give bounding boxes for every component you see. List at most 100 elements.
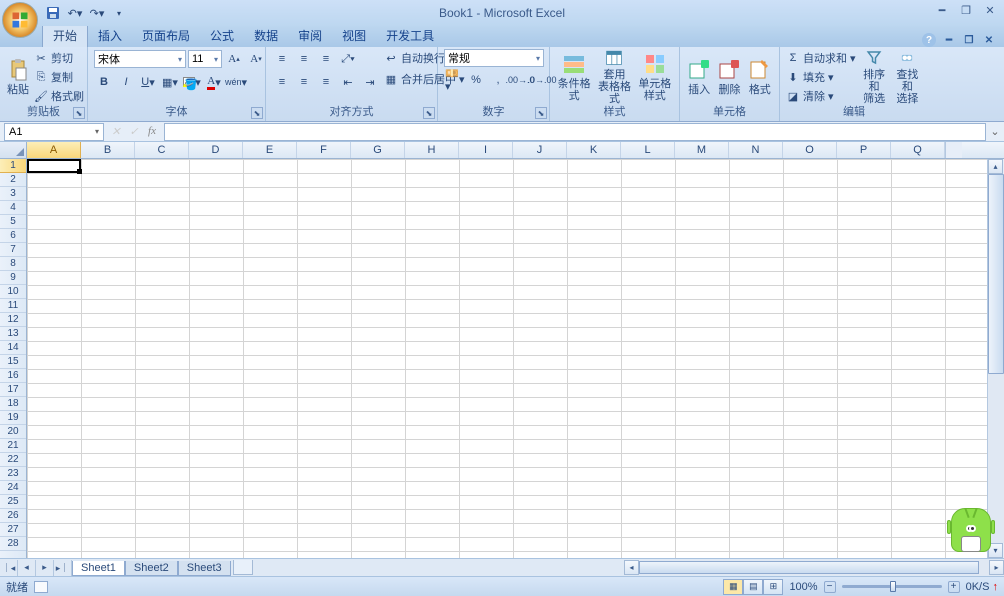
orientation-button[interactable]: ⤢▾: [338, 49, 358, 69]
number-launcher[interactable]: ⬊: [535, 107, 547, 119]
ribbon-close-icon[interactable]: ✕: [982, 33, 996, 47]
align-right-button[interactable]: ≡: [316, 72, 336, 92]
column-header[interactable]: J: [513, 142, 567, 158]
row-header[interactable]: 7: [0, 243, 26, 257]
row-header[interactable]: 14: [0, 341, 26, 355]
hscroll-thumb[interactable]: [639, 561, 979, 574]
row-header[interactable]: 22: [0, 453, 26, 467]
tab-formulas[interactable]: 公式: [200, 24, 244, 47]
align-center-button[interactable]: ≡: [294, 72, 314, 92]
row-header[interactable]: 15: [0, 355, 26, 369]
insert-cells-button[interactable]: 插入: [686, 49, 712, 105]
row-header[interactable]: 1: [0, 159, 26, 173]
row-header[interactable]: 21: [0, 439, 26, 453]
enter-formula-icon[interactable]: ✓: [126, 125, 142, 138]
row-header[interactable]: 27: [0, 523, 26, 537]
macro-record-icon[interactable]: [34, 581, 48, 593]
clear-button[interactable]: ◪清除▾: [786, 87, 856, 105]
row-header[interactable]: 25: [0, 495, 26, 509]
font-color-button[interactable]: A▾: [204, 72, 224, 92]
row-header[interactable]: 28: [0, 537, 26, 551]
column-header[interactable]: C: [135, 142, 189, 158]
row-header[interactable]: 23: [0, 467, 26, 481]
zoom-level[interactable]: 100%: [789, 581, 817, 593]
indent-dec-button[interactable]: ⇤: [338, 72, 358, 92]
save-icon[interactable]: [44, 4, 62, 22]
row-header[interactable]: 13: [0, 327, 26, 341]
number-format-combo[interactable]: 常规▾: [444, 49, 544, 67]
tab-home[interactable]: 开始: [42, 23, 88, 47]
font-family-combo[interactable]: 宋体▾: [94, 50, 186, 68]
border-button[interactable]: ▦▾: [160, 72, 180, 92]
active-cell[interactable]: [27, 159, 81, 173]
indent-inc-button[interactable]: ⇥: [360, 72, 380, 92]
vertical-scrollbar[interactable]: ▴ ▾: [987, 159, 1004, 558]
sheet-tab[interactable]: Sheet1: [72, 561, 125, 576]
horizontal-scrollbar[interactable]: ◂ ▸: [624, 560, 1004, 575]
conditional-format-button[interactable]: 条件格式: [556, 49, 592, 105]
fill-button[interactable]: ⬇填充▾: [786, 68, 856, 86]
row-header[interactable]: 4: [0, 201, 26, 215]
scroll-right-button[interactable]: ▸: [989, 560, 1004, 575]
row-header[interactable]: 19: [0, 411, 26, 425]
zoom-in-button[interactable]: +: [948, 581, 960, 593]
sheet-nav-prev[interactable]: ◂: [18, 560, 36, 576]
fx-icon[interactable]: fx: [144, 125, 160, 138]
align-left-button[interactable]: ≡: [272, 72, 292, 92]
page-layout-view-button[interactable]: ▤: [743, 579, 763, 595]
font-size-combo[interactable]: 11▾: [188, 50, 222, 68]
column-header[interactable]: L: [621, 142, 675, 158]
row-header[interactable]: 20: [0, 425, 26, 439]
find-select-button[interactable]: 查找和 选择: [893, 49, 922, 105]
percent-button[interactable]: %: [466, 70, 486, 90]
row-header[interactable]: 6: [0, 229, 26, 243]
column-header[interactable]: H: [405, 142, 459, 158]
tab-review[interactable]: 审阅: [288, 24, 332, 47]
tab-view[interactable]: 视图: [332, 24, 376, 47]
expand-formula-bar[interactable]: ⌄: [986, 125, 1004, 138]
row-header[interactable]: 3: [0, 187, 26, 201]
scroll-up-button[interactable]: ▴: [988, 159, 1003, 174]
row-header[interactable]: 18: [0, 397, 26, 411]
row-header[interactable]: 10: [0, 285, 26, 299]
column-header[interactable]: I: [459, 142, 513, 158]
zoom-slider[interactable]: [842, 585, 942, 588]
column-header[interactable]: D: [189, 142, 243, 158]
scroll-left-button[interactable]: ◂: [624, 560, 639, 575]
page-break-view-button[interactable]: ⊞: [763, 579, 783, 595]
dec-decimal-button[interactable]: .0→.00: [532, 70, 552, 90]
formula-input[interactable]: [164, 123, 986, 141]
italic-button[interactable]: I: [116, 72, 136, 92]
grow-font-button[interactable]: A▴: [224, 49, 244, 69]
alignment-launcher[interactable]: ⬊: [423, 107, 435, 119]
tab-insert[interactable]: 插入: [88, 24, 132, 47]
tab-developer[interactable]: 开发工具: [376, 24, 444, 47]
row-header[interactable]: 9: [0, 271, 26, 285]
undo-icon[interactable]: ↶▾: [66, 4, 84, 22]
normal-view-button[interactable]: ▦: [723, 579, 743, 595]
currency-button[interactable]: 💴▾: [444, 70, 464, 90]
align-top-button[interactable]: ≡: [272, 49, 292, 69]
column-header[interactable]: A: [27, 142, 81, 158]
column-header[interactable]: G: [351, 142, 405, 158]
cut-button[interactable]: ✂剪切: [34, 49, 84, 67]
zoom-out-button[interactable]: −: [824, 581, 836, 593]
delete-cells-button[interactable]: 删除: [716, 49, 742, 105]
shrink-font-button[interactable]: A▾: [246, 49, 266, 69]
underline-button[interactable]: U▾: [138, 72, 158, 92]
name-box[interactable]: A1▾: [4, 123, 104, 141]
column-header[interactable]: K: [567, 142, 621, 158]
sheet-nav-last[interactable]: ▸｜: [54, 560, 72, 576]
close-button[interactable]: ✕: [982, 4, 998, 17]
qat-more-icon[interactable]: ▾: [110, 4, 128, 22]
column-header[interactable]: F: [297, 142, 351, 158]
autosum-button[interactable]: Σ自动求和▾: [786, 49, 856, 67]
column-header[interactable]: O: [783, 142, 837, 158]
format-painter-button[interactable]: 🖌格式刷: [34, 87, 84, 105]
column-header[interactable]: E: [243, 142, 297, 158]
copy-button[interactable]: ⎘复制: [34, 68, 84, 86]
redo-icon[interactable]: ↷▾: [88, 4, 106, 22]
fill-color-button[interactable]: 🪣▾: [182, 72, 202, 92]
align-bottom-button[interactable]: ≡: [316, 49, 336, 69]
new-sheet-button[interactable]: [233, 560, 253, 575]
